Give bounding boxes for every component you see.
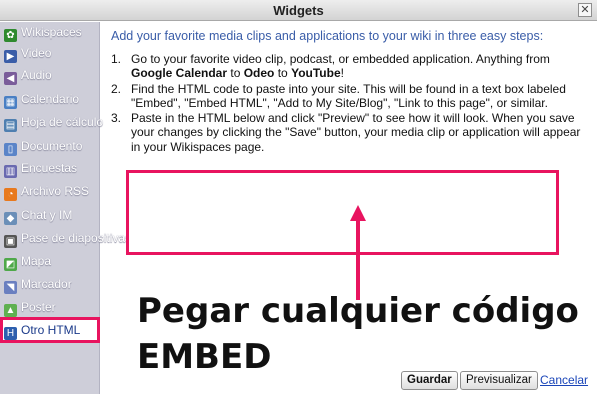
window-title: Widgets xyxy=(273,3,324,18)
spreadsheet-icon: ▤ xyxy=(4,119,17,132)
html-icon: H xyxy=(4,327,17,340)
poll-icon: ▥ xyxy=(4,165,17,178)
step-1: 1. Go to your favorite video clip, podca… xyxy=(111,52,585,81)
sidebar-item-label: Documento xyxy=(21,139,83,153)
annotation-line-1: Pegar cualquier código xyxy=(137,291,579,331)
instruction-steps: 1. Go to your favorite video clip, podca… xyxy=(111,52,585,155)
close-icon: ✕ xyxy=(580,4,590,16)
step-text: Find the HTML code to paste into your si… xyxy=(131,81,566,110)
sidebar-item-label: Audio xyxy=(21,68,52,82)
up-arrow-annotation-icon xyxy=(350,205,366,300)
sidebar-item-label: Chat y IM xyxy=(21,208,73,222)
intro-text: Add your favorite media clips and applic… xyxy=(111,29,544,43)
sidebar-item-label: Encuestas xyxy=(21,161,78,175)
step-text: Go to your favorite video clip, podcast,… xyxy=(131,52,585,81)
step-1-connector: to xyxy=(227,66,244,81)
step-3: 3. Paste in the HTML below and click "Pr… xyxy=(111,111,585,154)
step-number: 1. xyxy=(111,52,122,66)
video-icon: ▶ xyxy=(4,50,17,63)
chat-icon: ◆ xyxy=(4,212,17,225)
widget-type-sidebar: ✿ Wikispaces ▶ Video ◀ Audio ▦ Calendario ▤ H… xyxy=(0,22,131,394)
sidebar-item-otro-html[interactable]: H Otro HTML xyxy=(0,317,100,343)
step-1-text: Go to your favorite video clip, podcast,… xyxy=(131,52,550,66)
cancel-link[interactable]: Cancelar xyxy=(540,373,588,387)
google-calendar-text: Google Calendar xyxy=(131,66,228,81)
step-2: 2. Find the HTML code to paste into your… xyxy=(111,82,585,111)
close-button[interactable]: ✕ xyxy=(578,3,592,17)
wikispaces-icon: ✿ xyxy=(4,29,17,42)
sidebar-item-label: Mapa xyxy=(21,254,52,268)
calendar-icon: ▦ xyxy=(4,96,17,109)
window-titlebar: Widgets ✕ xyxy=(0,0,597,21)
sidebar-item-label: Archivo RSS xyxy=(21,184,90,198)
step-text: Paste in the HTML below and click "Previ… xyxy=(131,111,581,154)
sidebar-item-label: Poster xyxy=(21,300,56,314)
bookmark-tag-icon: ◥ xyxy=(4,281,17,294)
map-icon: ◩ xyxy=(4,258,17,271)
step-1-connector: to xyxy=(274,66,292,81)
preview-button[interactable]: Previsualizar xyxy=(460,371,538,390)
youtube-text: YouTube xyxy=(291,66,341,81)
save-button[interactable]: Guardar xyxy=(401,371,458,390)
rss-icon: ◔ xyxy=(4,188,17,201)
step-number: 3. xyxy=(111,111,122,126)
widget-content-panel: Add your favorite media clips and applic… xyxy=(101,22,597,394)
document-icon: ▯ xyxy=(4,143,17,156)
sidebar-item-label: Marcador xyxy=(21,277,72,291)
sidebar-item-label: Wikispaces xyxy=(21,25,82,39)
poster-icon: ▲ xyxy=(4,304,17,317)
annotation-callout: Pegar cualquier código EMBED xyxy=(137,288,579,380)
step-number: 2. xyxy=(111,81,122,96)
sidebar-item-label: Video xyxy=(21,46,52,60)
step-1-exclamation: ! xyxy=(340,66,344,81)
sidebar-item-label: Calendario xyxy=(21,92,80,106)
embed-html-textarea[interactable] xyxy=(126,170,559,255)
sidebar-item-label: Hoja de cálculo xyxy=(21,115,104,129)
sidebar-item-label: Otro HTML xyxy=(21,323,81,337)
slideshow-icon: ▣ xyxy=(4,235,17,248)
odeo-text: Odeo xyxy=(243,66,275,81)
speaker-icon: ◀ xyxy=(4,72,17,85)
arrow-shape xyxy=(350,205,366,300)
